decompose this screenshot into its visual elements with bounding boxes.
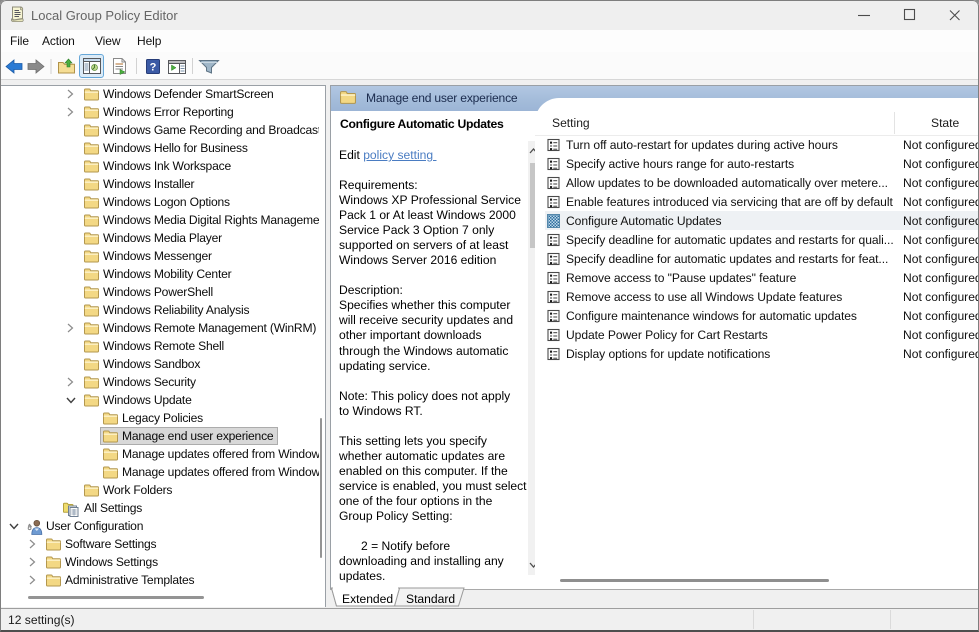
svg-text:?: ?: [150, 62, 157, 74]
